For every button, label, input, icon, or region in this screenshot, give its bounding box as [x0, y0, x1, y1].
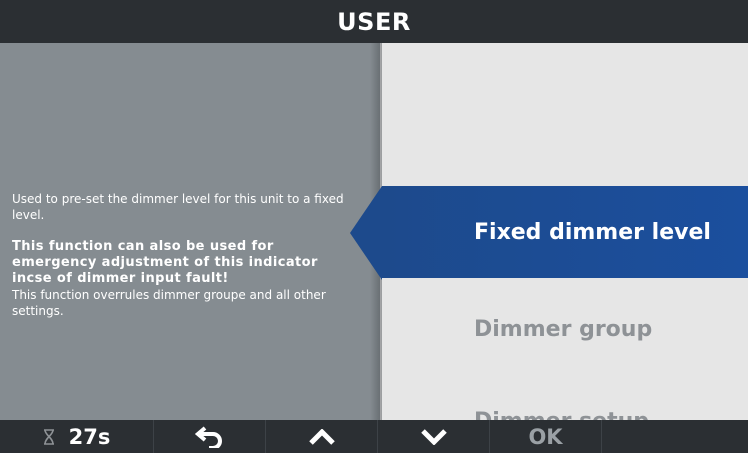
back-arrow-icon — [194, 425, 225, 448]
menu-item-label: Dimmer group — [474, 316, 653, 342]
down-button[interactable] — [378, 420, 490, 453]
title-bar: USER — [0, 0, 748, 43]
chevron-down-icon — [420, 428, 447, 445]
chevron-up-icon — [308, 428, 335, 445]
description-panel: Used to pre-set the dimmer level for thi… — [0, 43, 380, 420]
menu-item-label: Fixed dimmer level — [474, 219, 711, 245]
menu-item-label: Dimmer setup — [474, 409, 649, 421]
selection-pointer — [350, 186, 382, 280]
bottom-toolbar: 27s OK — [0, 420, 748, 453]
menu-list[interactable]: Fixed dimmer level Dimmer group Dimmer s… — [382, 43, 748, 420]
timeout-indicator: 27s — [0, 420, 154, 453]
back-button[interactable] — [154, 420, 266, 453]
toolbar-empty-slot — [602, 420, 748, 453]
ok-button[interactable]: OK — [490, 420, 602, 453]
description-line-2: This function overrules dimmer groupe an… — [12, 288, 326, 318]
menu-item-fixed-dimmer-level[interactable]: Fixed dimmer level — [382, 186, 748, 278]
description-text: Used to pre-set the dimmer level for thi… — [12, 191, 362, 319]
menu-item-dimmer-setup[interactable]: Dimmer setup — [382, 375, 748, 421]
up-button[interactable] — [266, 420, 378, 453]
description-warning: This function can also be used for emerg… — [12, 239, 318, 286]
ok-label: OK — [528, 424, 563, 449]
description-line-1: Used to pre-set the dimmer level for thi… — [12, 192, 344, 222]
page-title: USER — [337, 7, 411, 36]
menu-item-dimmer-group[interactable]: Dimmer group — [382, 283, 748, 375]
timeout-value: 27s — [68, 424, 111, 449]
hourglass-icon — [43, 428, 55, 445]
